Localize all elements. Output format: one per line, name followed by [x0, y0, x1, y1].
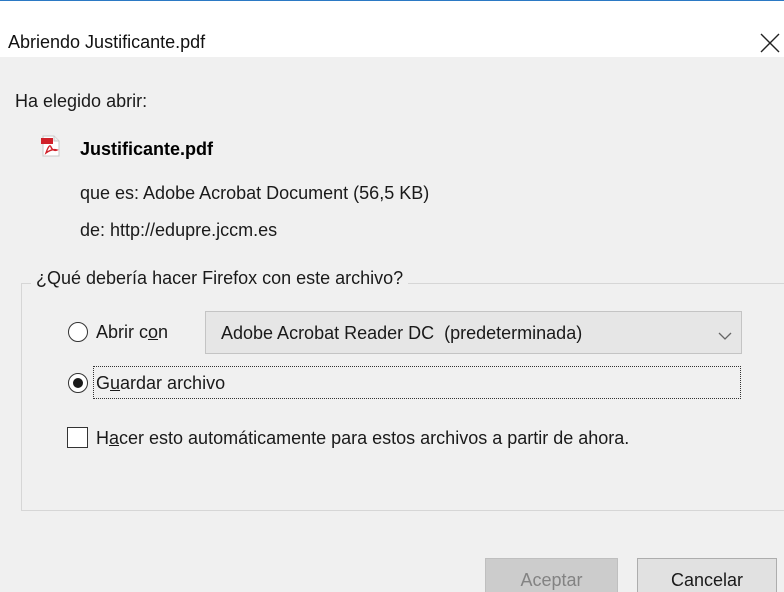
- cancel-button[interactable]: Cancelar: [637, 558, 777, 592]
- chosen-label: Ha elegido abrir:: [15, 91, 148, 111]
- title-bar[interactable]: Abriendo Justificante.pdf: [0, 1, 784, 57]
- ok-button[interactable]: Aceptar: [485, 558, 618, 592]
- auto-action-accesskey: a: [109, 428, 120, 448]
- window-title: Abriendo Justificante.pdf: [8, 32, 206, 52]
- file-source-line: de: http://edupre.jccm.es: [80, 220, 278, 240]
- pdf-file-icon: [41, 135, 61, 157]
- auto-action-label[interactable]: Hacer esto automáticamente para estos ar…: [96, 428, 629, 449]
- auto-action-checkbox[interactable]: [67, 427, 88, 448]
- save-file-label-post: ardar archivo: [120, 373, 226, 393]
- chevron-down-icon: [718, 328, 732, 340]
- save-file-label[interactable]: Guardar archivo: [96, 373, 225, 394]
- application-select-value: Adobe Acrobat Reader DC (predeterminada): [221, 323, 583, 343]
- file-name: Justificante.pdf: [80, 139, 214, 159]
- open-with-accesskey: o: [148, 322, 159, 342]
- application-select[interactable]: Adobe Acrobat Reader DC (predeterminada): [205, 311, 742, 354]
- open-with-label-pre: Abrir c: [96, 322, 149, 342]
- auto-action-label-post: cer esto automáticamente para estos arch…: [119, 428, 630, 448]
- close-icon[interactable]: [758, 31, 782, 55]
- open-with-radio[interactable]: [68, 322, 88, 342]
- file-type-line: que es: Adobe Acrobat Document (56,5 KB): [80, 183, 430, 203]
- save-file-radio[interactable]: [68, 373, 88, 393]
- open-with-label-post: n: [158, 322, 169, 342]
- auto-action-label-pre: H: [96, 428, 109, 448]
- action-group-legend: ¿Qué debería hacer Firefox con este arch…: [31, 268, 409, 289]
- download-dialog: Abriendo Justificante.pdf Ha elegido abr…: [0, 0, 784, 592]
- save-file-accesskey: u: [110, 373, 121, 393]
- save-file-label-pre: G: [96, 373, 111, 393]
- open-with-label[interactable]: Abrir con: [96, 322, 168, 343]
